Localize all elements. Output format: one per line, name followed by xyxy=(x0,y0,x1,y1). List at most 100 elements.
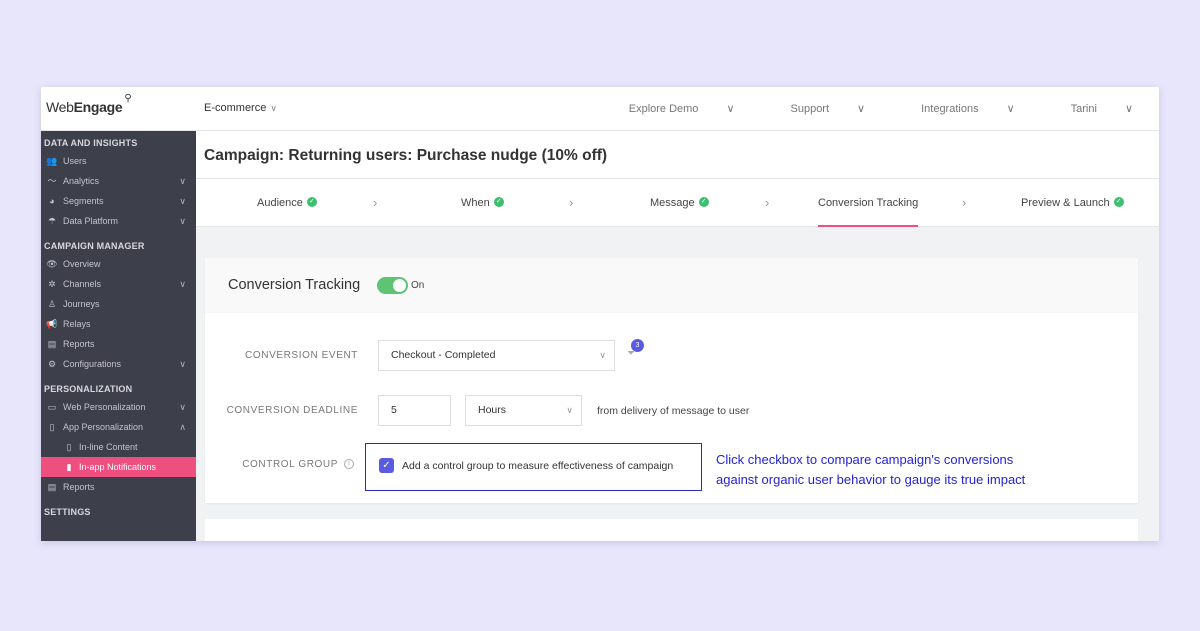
sidebar-item-label: Reports xyxy=(63,339,95,349)
nav-user-menu[interactable]: Tarini ∨ xyxy=(1043,102,1133,115)
sidebar-item-analytics[interactable]: 〜 Analytics ∨ xyxy=(41,171,196,191)
sidebar-item-reports[interactable]: ▤ Reports xyxy=(41,334,196,354)
chevron-right-icon: › xyxy=(569,195,574,210)
check-circle-icon: ✓ xyxy=(1113,197,1124,208)
step-message[interactable]: Message ✓ xyxy=(650,179,709,227)
next-card xyxy=(205,519,1138,541)
callout-annotation: Click checkbox to compare campaign's con… xyxy=(716,452,1026,487)
browser-icon: ▭ xyxy=(47,402,57,412)
logo-mark-icon: ⚲ xyxy=(124,93,132,104)
megaphone-icon: 📢 xyxy=(46,319,58,329)
sidebar-item-in-app-notifications[interactable]: ▮ In-app Notifications xyxy=(41,457,196,477)
control-group-checkbox[interactable]: ✓ xyxy=(379,458,394,473)
sidebar-section-personalization: PERSONALIZATION xyxy=(44,384,133,394)
card-header: Conversion Tracking On xyxy=(205,258,1138,313)
sidebar-item-label: Web Personalization xyxy=(63,402,146,412)
report-icon: ▤ xyxy=(47,482,57,492)
campaign-steps: Audience ✓ › When ✓ › Message ✓ › Conversio… xyxy=(196,179,1159,227)
sidebar-item-relays[interactable]: 📢 Relays xyxy=(41,314,196,334)
control-group-highlight: ✓ Add a control group to measure effecti… xyxy=(365,443,702,491)
check-circle-icon: ✓ xyxy=(306,197,317,208)
deadline-value-input[interactable]: 5 xyxy=(378,395,451,426)
chevron-down-icon[interactable]: ∨ xyxy=(179,354,186,374)
configurations-icon: ⚙ xyxy=(47,359,57,369)
chevron-down-icon[interactable]: ∨ xyxy=(179,274,186,294)
top-bar: WebEngage ⚲ E-commerce ∨ Explore Demo ∨ Su… xyxy=(41,87,1159,131)
users-icon: 👥 xyxy=(46,156,58,166)
step-audience[interactable]: Audience ✓ xyxy=(257,179,317,227)
sidebar-section-data-and-insights: DATA AND INSIGHTS xyxy=(44,138,138,148)
toggle-knob xyxy=(393,279,406,292)
toggle-label: On xyxy=(411,280,425,291)
sidebar-item-label: Channels xyxy=(63,279,102,289)
chevron-down-icon[interactable]: ∨ xyxy=(179,397,186,417)
sidebar-item-users[interactable]: 👥 Users xyxy=(41,151,196,171)
sidebar-item-data-platform[interactable]: ☂ Data Platform ∨ xyxy=(41,211,196,231)
chevron-down-icon[interactable]: ∨ xyxy=(179,171,186,191)
sidebar-item-in-line-content[interactable]: ▯ In-line Content xyxy=(41,437,196,457)
sidebar-item-label: Users xyxy=(63,156,87,166)
sidebar-item-label: App Personalization xyxy=(63,422,144,432)
sidebar-item-channels[interactable]: ✲ Channels ∨ xyxy=(41,274,196,294)
info-icon[interactable]: i xyxy=(344,459,354,469)
sidebar-item-app-personalization[interactable]: ▯ App Personalization ∧ xyxy=(41,417,196,437)
step-preview-launch[interactable]: Preview & Launch ✓ xyxy=(1021,179,1124,227)
sidebar-item-label: Configurations xyxy=(63,359,122,369)
card-title: Conversion Tracking xyxy=(228,277,361,293)
sidebar-item-label: Relays xyxy=(63,319,91,329)
sidebar-item-label: Reports xyxy=(63,482,95,492)
sidebar-item-segments[interactable]: ◕ Segments ∨ xyxy=(41,191,196,211)
conversion-deadline-label: CONVERSION DEADLINE xyxy=(226,405,358,416)
top-nav: Explore Demo ∨ Support ∨ Integrations ∨ Tar… xyxy=(573,102,1133,115)
nav-integrations[interactable]: Integrations ∨ xyxy=(893,102,1015,115)
sidebar-item-overview[interactable]: 👁 Overview xyxy=(41,254,196,274)
eye-icon: 👁 xyxy=(46,259,58,269)
chevron-right-icon: › xyxy=(373,195,378,210)
step-conversion-tracking[interactable]: Conversion Tracking xyxy=(818,179,919,227)
sidebar-item-label: In-line Content xyxy=(79,442,138,452)
app-window: WebEngage ⚲ E-commerce ∨ Explore Demo ∨ Su… xyxy=(41,87,1159,541)
sidebar-item-label: Segments xyxy=(63,196,104,206)
sidebar-item-label: Journeys xyxy=(63,299,100,309)
deadline-unit-select[interactable]: Hours ∨ xyxy=(465,395,582,426)
conversion-tracking-card: Conversion Tracking On CONVERSION EVENT … xyxy=(205,258,1138,503)
inline-content-icon: ▯ xyxy=(66,442,72,452)
sidebar-item-web-personalization[interactable]: ▭ Web Personalization ∨ xyxy=(41,397,196,417)
chevron-down-icon: ∨ xyxy=(1006,103,1015,115)
chevron-right-icon: › xyxy=(962,195,967,210)
webengage-logo[interactable]: WebEngage ⚲ xyxy=(46,93,132,115)
chevron-down-icon: ∨ xyxy=(1124,103,1133,115)
chevron-down-icon[interactable]: ∨ xyxy=(179,211,186,231)
report-icon: ▤ xyxy=(47,339,57,349)
sidebar-item-configurations[interactable]: ⚙ Configurations ∨ xyxy=(41,354,196,374)
in-app-icon: ▮ xyxy=(66,462,72,472)
chevron-down-icon: ∨ xyxy=(566,405,573,415)
chevron-down-icon: ∨ xyxy=(270,103,277,113)
control-group-text[interactable]: Add a control group to measure effective… xyxy=(402,460,673,472)
sidebar-item-journeys[interactable]: ♙ Journeys xyxy=(41,294,196,314)
conversion-tracking-toggle[interactable] xyxy=(377,277,408,294)
chevron-up-icon[interactable]: ∧ xyxy=(179,417,186,437)
chevron-down-icon: ∨ xyxy=(726,103,735,115)
check-circle-icon: ✓ xyxy=(698,197,709,208)
conversion-event-select[interactable]: Checkout - Completed ∨ xyxy=(378,340,615,371)
step-when[interactable]: When ✓ xyxy=(461,179,504,227)
sidebar-item-label: Overview xyxy=(63,259,101,269)
nav-explore-demo[interactable]: Explore Demo ∨ xyxy=(601,102,735,115)
project-selector[interactable]: E-commerce ∨ xyxy=(204,102,277,114)
journeys-icon: ♙ xyxy=(47,299,57,309)
chevron-down-icon[interactable]: ∨ xyxy=(179,191,186,211)
segments-icon: ◕ xyxy=(49,196,55,206)
channels-icon: ✲ xyxy=(48,279,56,289)
mobile-icon: ▯ xyxy=(49,422,55,432)
chevron-down-icon: ∨ xyxy=(599,350,606,360)
conversion-event-label: CONVERSION EVENT xyxy=(245,350,358,361)
sidebar-section-settings: SETTINGS xyxy=(44,507,91,517)
nav-support[interactable]: Support ∨ xyxy=(763,102,866,115)
sidebar-item-reports[interactable]: ▤ Reports xyxy=(41,477,196,497)
sidebar-item-label: Analytics xyxy=(63,176,100,186)
main-content: Campaign: Returning users: Purchase nudg… xyxy=(196,131,1159,541)
data-platform-icon: ☂ xyxy=(47,216,57,226)
sidebar-item-label: In-app Notifications xyxy=(79,462,157,472)
sidebar-section-campaign-manager: CAMPAIGN MANAGER xyxy=(44,241,145,251)
